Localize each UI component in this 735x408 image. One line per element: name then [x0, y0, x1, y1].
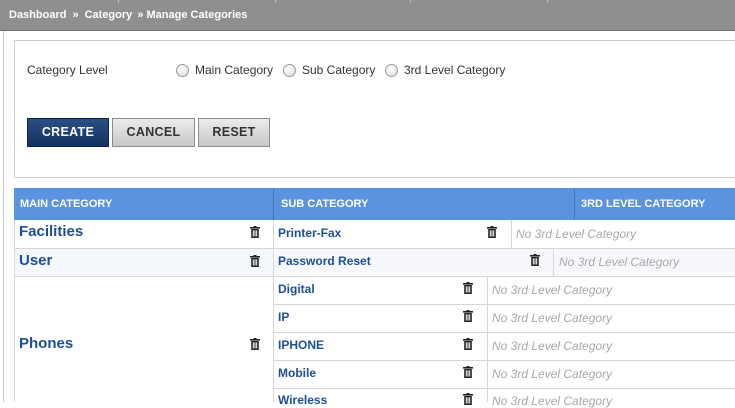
- reset-button[interactable]: RESET: [198, 118, 270, 147]
- main-category-name[interactable]: Phones: [19, 335, 73, 352]
- divider: [547, 0, 548, 3]
- divider: [553, 249, 554, 276]
- radio-3rd-level-category[interactable]: [385, 64, 398, 77]
- divider: [118, 0, 119, 3]
- trash-icon[interactable]: [487, 226, 497, 238]
- radio-sub-category[interactable]: [283, 64, 296, 77]
- sub-category-name[interactable]: Wireless: [278, 393, 327, 407]
- third-level-empty: No 3rd Level Category: [492, 394, 613, 408]
- trash-icon[interactable]: [463, 366, 473, 378]
- radio-label-sub: Sub Category: [302, 63, 376, 77]
- third-level-empty: No 3rd Level Category: [492, 311, 613, 325]
- header-3rd-level-category: 3RD LEVEL CATEGORY: [575, 188, 735, 220]
- main-row-phones: Phones: [14, 277, 273, 402]
- divider: [274, 360, 735, 361]
- trash-icon[interactable]: [530, 254, 540, 266]
- trash-icon[interactable]: [250, 255, 260, 267]
- main-category-name[interactable]: Facilities: [19, 223, 83, 240]
- cancel-button[interactable]: CANCEL: [112, 118, 195, 147]
- create-category-form: [14, 40, 735, 178]
- divider: [14, 276, 735, 277]
- sub-category-name[interactable]: Mobile: [278, 366, 316, 380]
- divider: [511, 220, 512, 248]
- create-button[interactable]: CREATE: [27, 118, 109, 147]
- sub-category-name[interactable]: Printer-Fax: [278, 226, 341, 240]
- divider: [274, 304, 735, 305]
- trash-icon[interactable]: [463, 338, 473, 350]
- main-row-facilities: Facilities: [14, 220, 273, 248]
- divider: [274, 388, 735, 389]
- trash-icon[interactable]: [463, 282, 473, 294]
- sub-category-name[interactable]: Password Reset: [278, 254, 371, 268]
- breadcrumb: Dashboard » Category » Manage Categories: [9, 9, 247, 21]
- divider: [410, 0, 411, 3]
- divider: [273, 188, 274, 220]
- radio-label-3rd: 3rd Level Category: [404, 63, 506, 77]
- divider: [574, 188, 575, 220]
- breadcrumb-separator: »: [72, 9, 79, 21]
- sub-category-name[interactable]: Digital: [278, 282, 315, 296]
- third-level-empty: No 3rd Level Category: [492, 283, 613, 297]
- radio-main-category[interactable]: [176, 64, 189, 77]
- trash-icon[interactable]: [463, 393, 473, 405]
- third-level-empty: No 3rd Level Category: [492, 367, 613, 381]
- radio-label-main: Main Category: [195, 63, 274, 77]
- divider: [274, 332, 735, 333]
- content-border: [3, 31, 4, 402]
- divider: [487, 277, 488, 402]
- header-main-category: MAIN CATEGORY: [14, 188, 273, 220]
- divider: [275, 0, 276, 3]
- third-level-empty: No 3rd Level Category: [516, 227, 637, 241]
- third-level-empty: No 3rd Level Category: [492, 339, 613, 353]
- trash-icon[interactable]: [463, 310, 473, 322]
- sub-category-name[interactable]: IP: [278, 310, 289, 324]
- main-category-name[interactable]: User: [19, 252, 52, 269]
- divider: [14, 248, 735, 249]
- breadcrumb-category[interactable]: Category: [85, 9, 133, 21]
- breadcrumb-dashboard[interactable]: Dashboard: [9, 9, 66, 21]
- trash-icon[interactable]: [250, 226, 260, 238]
- third-level-empty: No 3rd Level Category: [559, 255, 680, 269]
- category-level-label: Category Level: [27, 63, 108, 77]
- trash-icon[interactable]: [250, 338, 260, 350]
- breadcrumb-current: » Manage Categories: [137, 9, 248, 21]
- header-sub-category: SUB CATEGORY: [274, 188, 574, 220]
- sub-category-name[interactable]: IPHONE: [278, 338, 324, 352]
- main-row-user: User: [14, 249, 273, 276]
